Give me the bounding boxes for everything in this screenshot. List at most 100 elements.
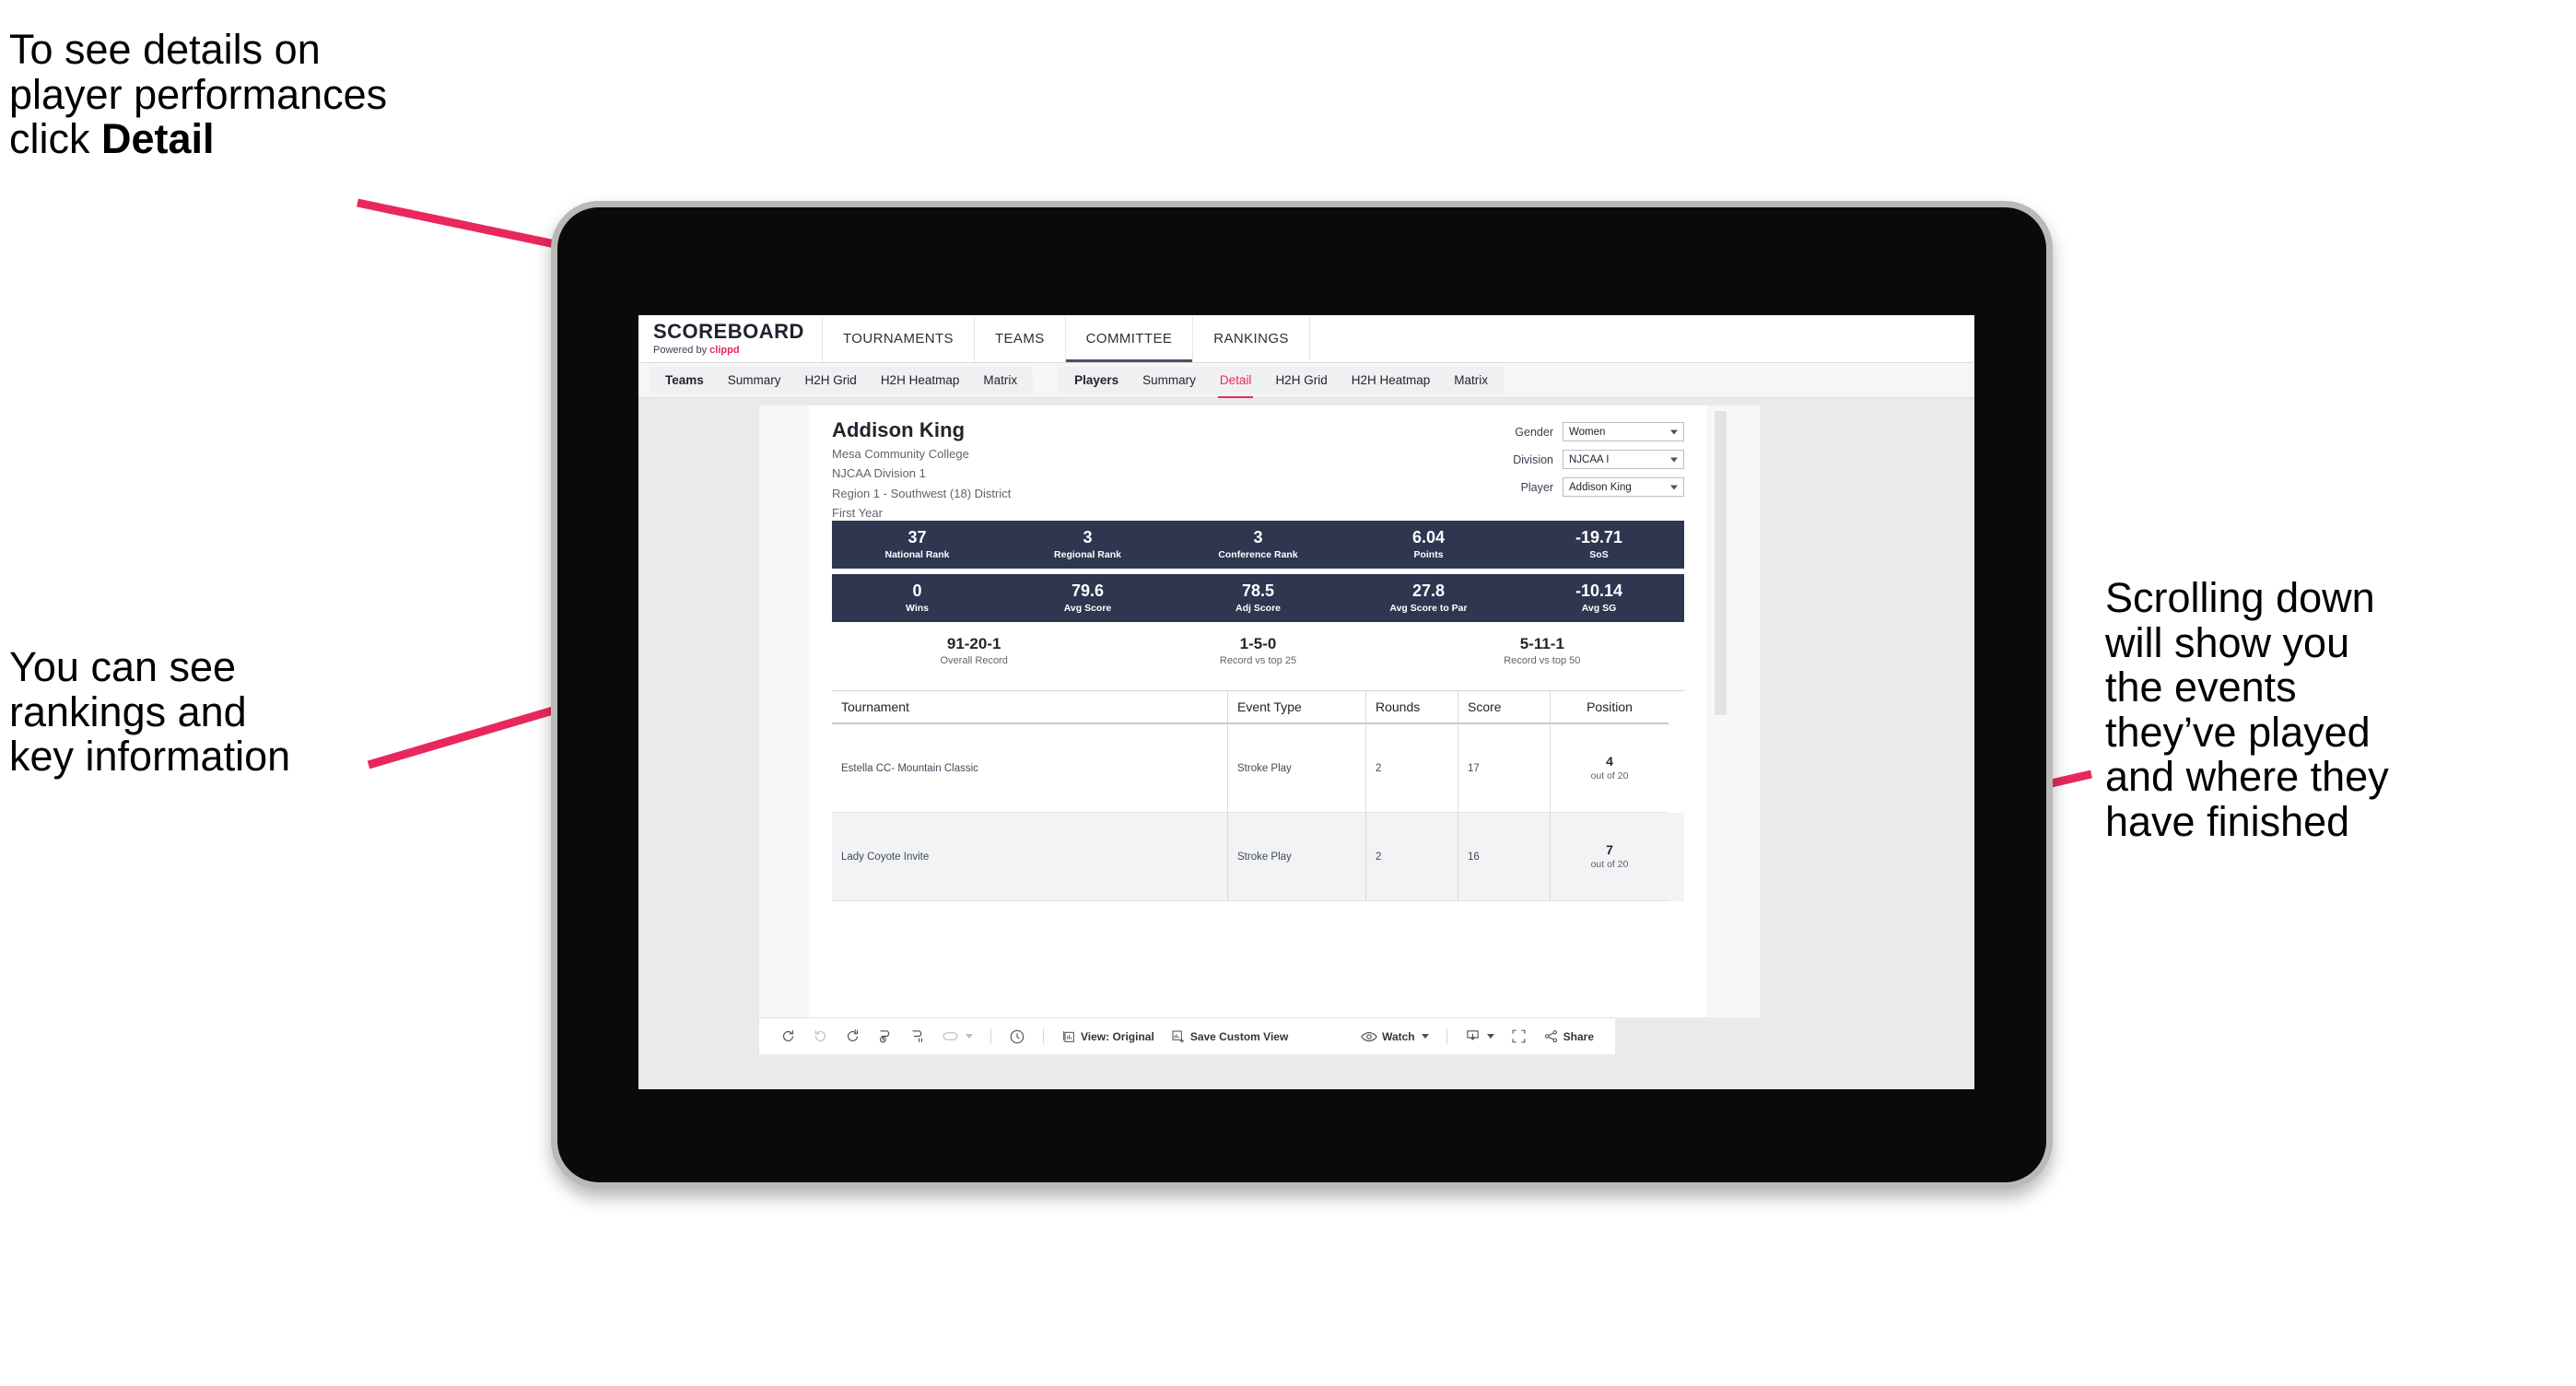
history-button[interactable] xyxy=(1001,1018,1034,1054)
stat-avg-sg: -10.14 Avg SG xyxy=(1514,582,1684,614)
share-icon xyxy=(1543,1028,1559,1044)
player-region: Region 1 - Southwest (18) District xyxy=(832,486,1012,500)
column-header-position[interactable]: Position xyxy=(1551,691,1669,725)
column-header-rounds[interactable]: Rounds xyxy=(1366,691,1458,725)
stat-national-rank-value: 37 xyxy=(907,528,927,547)
revert-button[interactable] xyxy=(837,1018,869,1054)
refresh-button[interactable] xyxy=(869,1018,901,1054)
filter-player-select[interactable]: Addison King xyxy=(1563,477,1684,497)
subnav-teams-h2h-grid[interactable]: H2H Grid xyxy=(793,367,869,394)
share-button[interactable]: Share xyxy=(1535,1018,1602,1054)
record-overall-label: Overall Record xyxy=(940,655,1008,667)
stat-regional-rank-label: Regional Rank xyxy=(1054,549,1121,561)
cell-position: 4 out of 20 xyxy=(1551,724,1669,814)
player-detail-sheet: Addison King Mesa Community College NJCA… xyxy=(810,405,1706,1017)
stat-sos: -19.71 SoS xyxy=(1514,529,1684,560)
column-header-event-type[interactable]: Event Type xyxy=(1228,691,1366,725)
table-row[interactable]: Estella CC- Mountain Classic Stroke Play… xyxy=(832,724,1684,814)
column-header-score[interactable]: Score xyxy=(1458,691,1551,725)
fullscreen-button[interactable] xyxy=(1503,1018,1535,1054)
table-header-row: Tournament Event Type Rounds Score Posit… xyxy=(832,691,1684,725)
topnav-item-teams[interactable]: TEAMS xyxy=(975,315,1066,362)
top-navigation: TOURNAMENTS TEAMS COMMITTEE RANKINGS xyxy=(823,315,1310,362)
cell-rounds: 2 xyxy=(1366,724,1458,814)
save-custom-view-button[interactable]: Save Custom View xyxy=(1163,1018,1297,1054)
subnav-players-detail[interactable]: Detail xyxy=(1208,367,1264,398)
cell-rounds: 2 xyxy=(1366,813,1458,902)
brand-logo[interactable]: SCOREBOARD Powered by clippd xyxy=(638,315,823,362)
pause-auto-update-button[interactable] xyxy=(901,1018,933,1054)
cell-event-type: Stroke Play xyxy=(1228,813,1366,902)
stat-wins-label: Wins xyxy=(906,603,929,615)
table-row[interactable]: Lady Coyote Invite Stroke Play 2 16 7 ou… xyxy=(832,813,1684,902)
subnav-teams-summary[interactable]: Summary xyxy=(716,367,793,394)
filter-gender-label: Gender xyxy=(1515,425,1553,439)
dashboard-body: Addison King Mesa Community College NJCA… xyxy=(638,398,1974,1054)
subnav-teams-matrix[interactable]: Matrix xyxy=(971,367,1029,394)
topnav-item-tournaments[interactable]: TOURNAMENTS xyxy=(823,315,975,362)
annotation-scroll-note: Scrolling down will show you the events … xyxy=(2105,574,2389,845)
cell-event-type: Stroke Play xyxy=(1228,724,1366,814)
filter-panel: Gender Women Division NJCAA I Player Add… xyxy=(1513,418,1684,521)
chevron-down-icon xyxy=(1670,485,1678,489)
brand-title: SCOREBOARD xyxy=(653,320,804,343)
cell-score: 16 xyxy=(1458,813,1551,902)
events-table: Tournament Event Type Rounds Score Posit… xyxy=(832,690,1684,902)
subnav-teams-label[interactable]: Teams xyxy=(653,367,716,394)
watch-button[interactable]: Watch xyxy=(1352,1018,1437,1054)
viz-bottom-toolbar: View: Original Save Custom View Watch Sh… xyxy=(759,1017,1615,1054)
filter-division-select[interactable]: NJCAA I xyxy=(1563,450,1684,469)
subnav-players-h2h-grid[interactable]: H2H Grid xyxy=(1263,367,1339,394)
filter-gender: Gender Women xyxy=(1513,422,1684,441)
app-header: SCOREBOARD Powered by clippd TOURNAMENTS… xyxy=(638,315,1974,363)
filter-player-label: Player xyxy=(1520,480,1553,494)
subnav-players-matrix[interactable]: Matrix xyxy=(1442,367,1500,394)
refresh-icon xyxy=(877,1028,893,1044)
filter-gender-value: Women xyxy=(1569,426,1606,438)
subnav-players-label[interactable]: Players xyxy=(1062,367,1130,394)
card-scrollbar[interactable] xyxy=(1715,411,1727,715)
revert-icon xyxy=(845,1028,861,1044)
column-header-tournament[interactable]: Tournament xyxy=(832,691,1228,725)
stat-points: 6.04 Points xyxy=(1343,529,1514,560)
stat-avg-sg-label: Avg SG xyxy=(1581,603,1617,615)
topnav-item-committee[interactable]: COMMITTEE xyxy=(1066,315,1194,362)
undo-button[interactable] xyxy=(772,1018,804,1054)
stat-points-value: 6.04 xyxy=(1411,528,1446,547)
download-button[interactable] xyxy=(1457,1018,1503,1054)
record-top50: 5-11-1 Record vs top 50 xyxy=(1400,635,1684,666)
stat-avg-score-to-par-label: Avg Score to Par xyxy=(1389,603,1468,615)
record-overall-value: 91-20-1 xyxy=(946,635,1001,653)
stat-regional-rank-value: 3 xyxy=(1083,528,1093,547)
subnav-players-summary[interactable]: Summary xyxy=(1130,367,1208,394)
cell-position: 7 out of 20 xyxy=(1551,813,1669,902)
fullscreen-icon xyxy=(1511,1028,1527,1044)
cell-tournament: Estella CC- Mountain Classic xyxy=(832,724,1228,814)
clock-icon xyxy=(1009,1028,1025,1045)
filter-division-label: Division xyxy=(1513,452,1553,466)
stat-avg-score-to-par: 27.8 Avg Score to Par xyxy=(1343,582,1514,614)
share-label: Share xyxy=(1563,1029,1594,1043)
subnav-teams-h2h-heatmap[interactable]: H2H Heatmap xyxy=(869,367,972,394)
record-top25-label: Record vs top 25 xyxy=(1219,655,1297,667)
chevron-down-icon xyxy=(1670,429,1678,434)
tablet-screen: SCOREBOARD Powered by clippd TOURNAMENTS… xyxy=(638,315,1974,1089)
stat-avg-score-value: 79.6 xyxy=(1071,581,1105,601)
chevron-down-icon xyxy=(1670,457,1678,462)
stat-conference-rank-label: Conference Rank xyxy=(1218,549,1298,561)
stat-wins-value: 0 xyxy=(912,581,922,601)
topnav-item-rankings[interactable]: RANKINGS xyxy=(1193,315,1310,362)
view-original-button[interactable]: View: Original xyxy=(1053,1018,1163,1054)
subnav-players-h2h-heatmap[interactable]: H2H Heatmap xyxy=(1340,367,1443,394)
view-icon xyxy=(1061,1029,1076,1044)
subnav-group-teams: Teams Summary H2H Grid H2H Heatmap Matri… xyxy=(650,366,1034,394)
chevron-down-icon xyxy=(966,1034,973,1039)
stat-adj-score-value: 78.5 xyxy=(1241,581,1275,601)
brand-subtitle: Powered by clippd xyxy=(653,345,822,356)
redo-button[interactable] xyxy=(804,1018,837,1054)
loop-button[interactable] xyxy=(933,1018,981,1054)
redo-icon xyxy=(813,1028,828,1044)
record-overall: 91-20-1 Overall Record xyxy=(832,635,1116,666)
filter-division: Division NJCAA I xyxy=(1513,450,1684,469)
filter-gender-select[interactable]: Women xyxy=(1563,422,1684,441)
